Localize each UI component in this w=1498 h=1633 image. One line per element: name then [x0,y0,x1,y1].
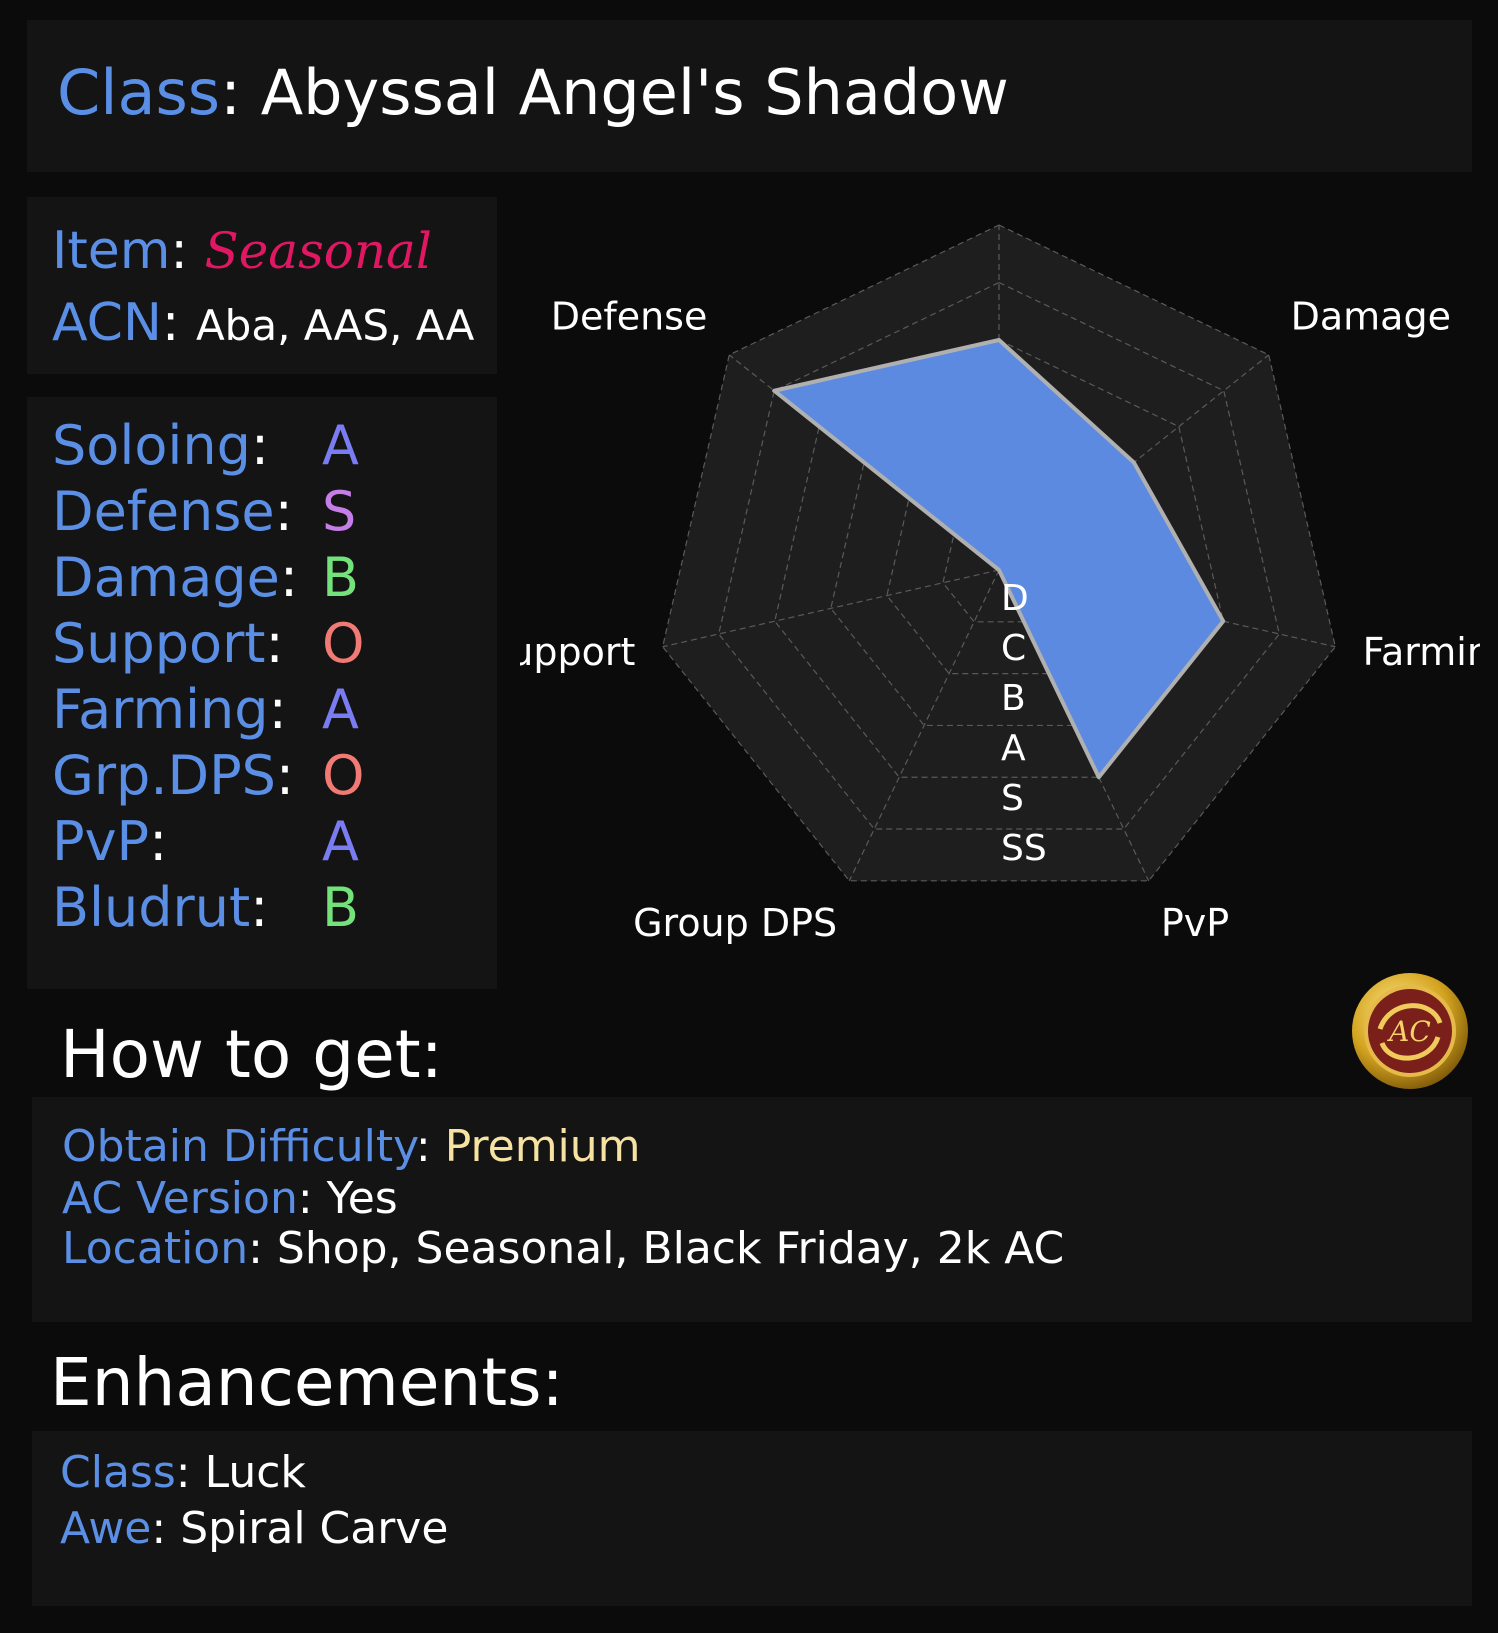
obtain-difficulty-value: Premium [444,1121,641,1172]
rating-row-soloing: Soloing: A [52,414,359,477]
enh-awe-row: Awe: Spiral Carve [60,1503,449,1554]
ac-version-label: AC Version [62,1173,298,1224]
rating-row-support: Support: O [52,612,365,675]
radar-scale-label: S [1001,778,1024,819]
obtain-difficulty-label: Obtain Difficulty [62,1121,416,1172]
item-label: Item [52,221,171,281]
enh-class-value: Luck [204,1447,306,1498]
ac-version-row: AC Version: Yes [62,1173,398,1224]
item-value: Seasonal [204,222,432,280]
radar-scale-label: A [1001,728,1026,769]
radar-scale-label: B [1001,678,1026,719]
radar-axis-label: Damage [1291,294,1451,338]
item-info-panel: Item: Seasonal ACN: Aba, AAS, AA [27,197,497,374]
rating-label: Damage [52,546,280,609]
location-value: Shop, Seasonal, Black Friday, 2k AC [276,1223,1065,1274]
ac-version-value: Yes [326,1173,398,1224]
class-label: Class [57,56,221,129]
rating-row-damage: Damage: B [52,546,360,609]
rating-row-grp-dps: Grp.DPS: O [52,744,365,807]
radar-axis-label: Farming [1363,630,1480,674]
enh-awe-value: Spiral Carve [180,1503,449,1554]
radar-axis-label: PvP [1161,901,1229,945]
ac-coin-icon: AC [1352,973,1468,1089]
radar-scale-label: C [1001,628,1026,669]
rating-grade: A [322,678,359,741]
radar-scale-label: SS [1001,828,1047,869]
rating-row-farming: Farming: A [52,678,359,741]
logo-text: AC [1386,1015,1431,1048]
ratings-panel: Soloing: A Defense: S Damage: B Support:… [27,397,497,989]
rating-grade: A [322,414,359,477]
obtain-difficulty-row: Obtain Difficulty: Premium [62,1121,641,1172]
rating-label: Support [52,612,266,675]
radar-axis-label: Defense [551,294,708,338]
rating-label: Bludrut [52,876,251,939]
rating-row-pvp: PvP: A [52,810,359,873]
item-row: Item: Seasonal [52,221,432,281]
rating-grade: O [322,612,365,675]
rating-grade: O [322,744,365,807]
acn-row: ACN: Aba, AAS, AA [52,293,475,353]
how-to-get-title: How to get: [60,1016,443,1093]
enh-class-label: Class [60,1447,176,1498]
how-to-get-panel: Obtain Difficulty: Premium AC Version: Y… [32,1097,1472,1322]
rating-label: Farming [52,678,269,741]
rating-label: Soloing [52,414,251,477]
rating-grade: A [322,810,359,873]
enh-class-row: Class: Luck [60,1447,306,1498]
acn-value: Aba, AAS, AA [195,301,475,350]
rating-label: PvP [52,810,150,873]
class-title: Class: Abyssal Angel's Shadow [57,56,1009,129]
enh-awe-label: Awe [60,1503,152,1554]
radar-axis-label: Support [520,630,635,674]
enhancements-title: Enhancements: [50,1344,564,1421]
class-header-panel: Class: Abyssal Angel's Shadow [27,20,1472,172]
enhancements-panel: Class: Luck Awe: Spiral Carve [32,1431,1472,1606]
location-row: Location: Shop, Seasonal, Black Friday, … [62,1223,1065,1274]
radar-axis-label: Group DPS [633,901,837,945]
class-name: Abyssal Angel's Shadow [260,56,1009,129]
rating-label: Grp.DPS [52,744,276,807]
rating-row-defense: Defense: S [52,480,357,543]
radar-scale-label: D [1001,578,1029,619]
rating-grade: B [322,876,360,939]
location-label: Location [62,1223,249,1274]
rating-grade: B [322,546,360,609]
acn-label: ACN [52,293,162,353]
rating-label: Defense [52,480,275,543]
radar-chart: DCBASSS SoloingDamageFarmingPvPGroup DPS… [520,224,1480,945]
rating-grade: S [322,480,357,543]
rating-row-bludrut: Bludrut: B [52,876,360,939]
